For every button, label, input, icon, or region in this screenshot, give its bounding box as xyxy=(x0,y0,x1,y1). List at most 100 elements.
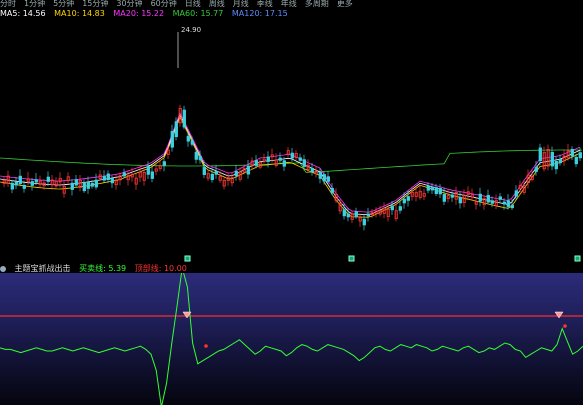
period-menu-item[interactable]: 年线 xyxy=(281,0,297,8)
candle-body xyxy=(578,152,582,159)
period-menu-item[interactable]: 季线 xyxy=(257,0,273,8)
period-menu-item[interactable]: 月线 xyxy=(233,0,249,8)
candle-body xyxy=(310,167,314,173)
candle-body xyxy=(30,181,34,186)
candle-body xyxy=(278,157,282,161)
candle-body xyxy=(202,166,206,175)
candle-body xyxy=(346,213,350,218)
candle-body xyxy=(194,151,198,160)
signal-marker-icon[interactable] xyxy=(574,255,581,262)
period-menu-item[interactable]: 周线 xyxy=(209,0,225,8)
candle-body xyxy=(366,213,370,217)
period-menu-item[interactable]: 1分钟 xyxy=(24,0,45,8)
candle-body xyxy=(214,171,218,175)
ma120-value: MA120: 17.15 xyxy=(231,9,288,18)
period-menu-item[interactable]: 5分钟 xyxy=(53,0,74,8)
candle-body xyxy=(302,159,306,167)
candle-body xyxy=(210,173,214,181)
candle-body xyxy=(450,194,454,198)
candle-body xyxy=(574,156,578,165)
candle-body xyxy=(246,165,250,175)
candle-body xyxy=(90,182,94,187)
sub-indicator-header: 主题宝抓战出击 买卖线: 5.39 顶部线: 10.00 xyxy=(0,264,583,273)
candle-body xyxy=(342,209,346,217)
period-menu-bar: 分时 1分钟 5分钟 15分钟 30分钟 60分钟 日线 周线 月线 季线 年线 多周期 更多 xyxy=(0,0,583,8)
candle-body xyxy=(426,185,430,191)
ma60-value: MA60: 15.77 xyxy=(172,9,224,18)
candle-body xyxy=(434,187,438,195)
candle-body xyxy=(402,198,406,204)
candle-body xyxy=(298,157,302,161)
candle-body xyxy=(94,179,98,188)
sub-indicator-line1: 买卖线: 5.39 xyxy=(79,264,127,273)
candle-body xyxy=(390,205,394,211)
period-menu-item[interactable]: 更多 xyxy=(337,0,353,8)
period-menu-item[interactable]: 多周期 xyxy=(305,0,329,8)
candle-body xyxy=(290,152,294,159)
candle-body xyxy=(170,131,174,148)
candle-body xyxy=(70,182,74,190)
candle-body xyxy=(398,206,402,211)
candle-body xyxy=(558,158,562,164)
candle-body xyxy=(514,190,518,197)
ma20-value: MA20: 15.22 xyxy=(113,9,165,18)
candle-body xyxy=(438,188,442,195)
ma10-value: MA10: 14.83 xyxy=(54,9,105,18)
candle-body xyxy=(458,197,462,204)
period-menu-item[interactable]: 60分钟 xyxy=(151,0,177,8)
peak-price-label: 24.90 xyxy=(181,26,201,34)
candle-body xyxy=(10,182,14,190)
candle-body xyxy=(430,186,434,191)
candle-body xyxy=(198,156,202,161)
sell-signal-icon xyxy=(554,311,564,319)
oscillator-line xyxy=(0,273,583,405)
price-chart[interactable]: 24.90 xyxy=(0,20,583,263)
candle-body xyxy=(354,211,358,218)
candle-body xyxy=(18,175,22,185)
candle-body xyxy=(498,196,502,200)
oscillator-panel[interactable] xyxy=(0,273,583,405)
candle-body xyxy=(182,109,186,128)
candle-body xyxy=(110,178,114,184)
candle-body xyxy=(74,179,78,186)
candle-body xyxy=(318,171,322,179)
period-menu-item[interactable]: 日线 xyxy=(185,0,201,8)
candle-body xyxy=(478,193,482,202)
period-menu-item[interactable]: 15分钟 xyxy=(82,0,108,8)
candle-body xyxy=(150,171,154,179)
sub-indicator-line2: 顶部线: 10.00 xyxy=(134,264,187,273)
signal-marker-icon[interactable] xyxy=(184,255,191,262)
candle-body xyxy=(254,160,258,166)
candle-body xyxy=(490,200,494,204)
sub-indicator-name[interactable]: 主题宝抓战出击 xyxy=(15,264,71,273)
candle-body xyxy=(570,148,574,157)
candle-body xyxy=(486,194,490,203)
candle-body xyxy=(102,176,106,181)
candle-body xyxy=(322,174,326,182)
candle-body xyxy=(330,187,334,194)
candle-body xyxy=(326,176,330,182)
candle-body xyxy=(538,147,542,162)
candle-body xyxy=(406,196,410,201)
candle-body xyxy=(282,160,286,167)
candle-body xyxy=(86,181,90,189)
candle-body xyxy=(266,156,270,162)
candle-body xyxy=(190,140,194,145)
candle-body xyxy=(82,183,86,192)
signal-marker-icon[interactable] xyxy=(348,255,355,262)
indicator-settings-icon[interactable] xyxy=(0,265,6,272)
candle-body xyxy=(186,136,190,142)
candle-body xyxy=(510,204,514,209)
period-menu-item[interactable]: 30分钟 xyxy=(116,0,142,8)
candle-body xyxy=(502,201,506,205)
ma5-value: MA5: 14.56 xyxy=(0,9,46,18)
candle-body xyxy=(442,194,446,202)
candle-body xyxy=(506,200,510,207)
candle-body xyxy=(234,171,238,177)
candle-body xyxy=(22,184,26,189)
candle-body xyxy=(14,181,18,186)
period-menu-item[interactable]: 分时 xyxy=(0,0,16,8)
candle-body xyxy=(534,167,538,172)
candle-body xyxy=(550,151,554,167)
candle-body xyxy=(362,218,366,226)
